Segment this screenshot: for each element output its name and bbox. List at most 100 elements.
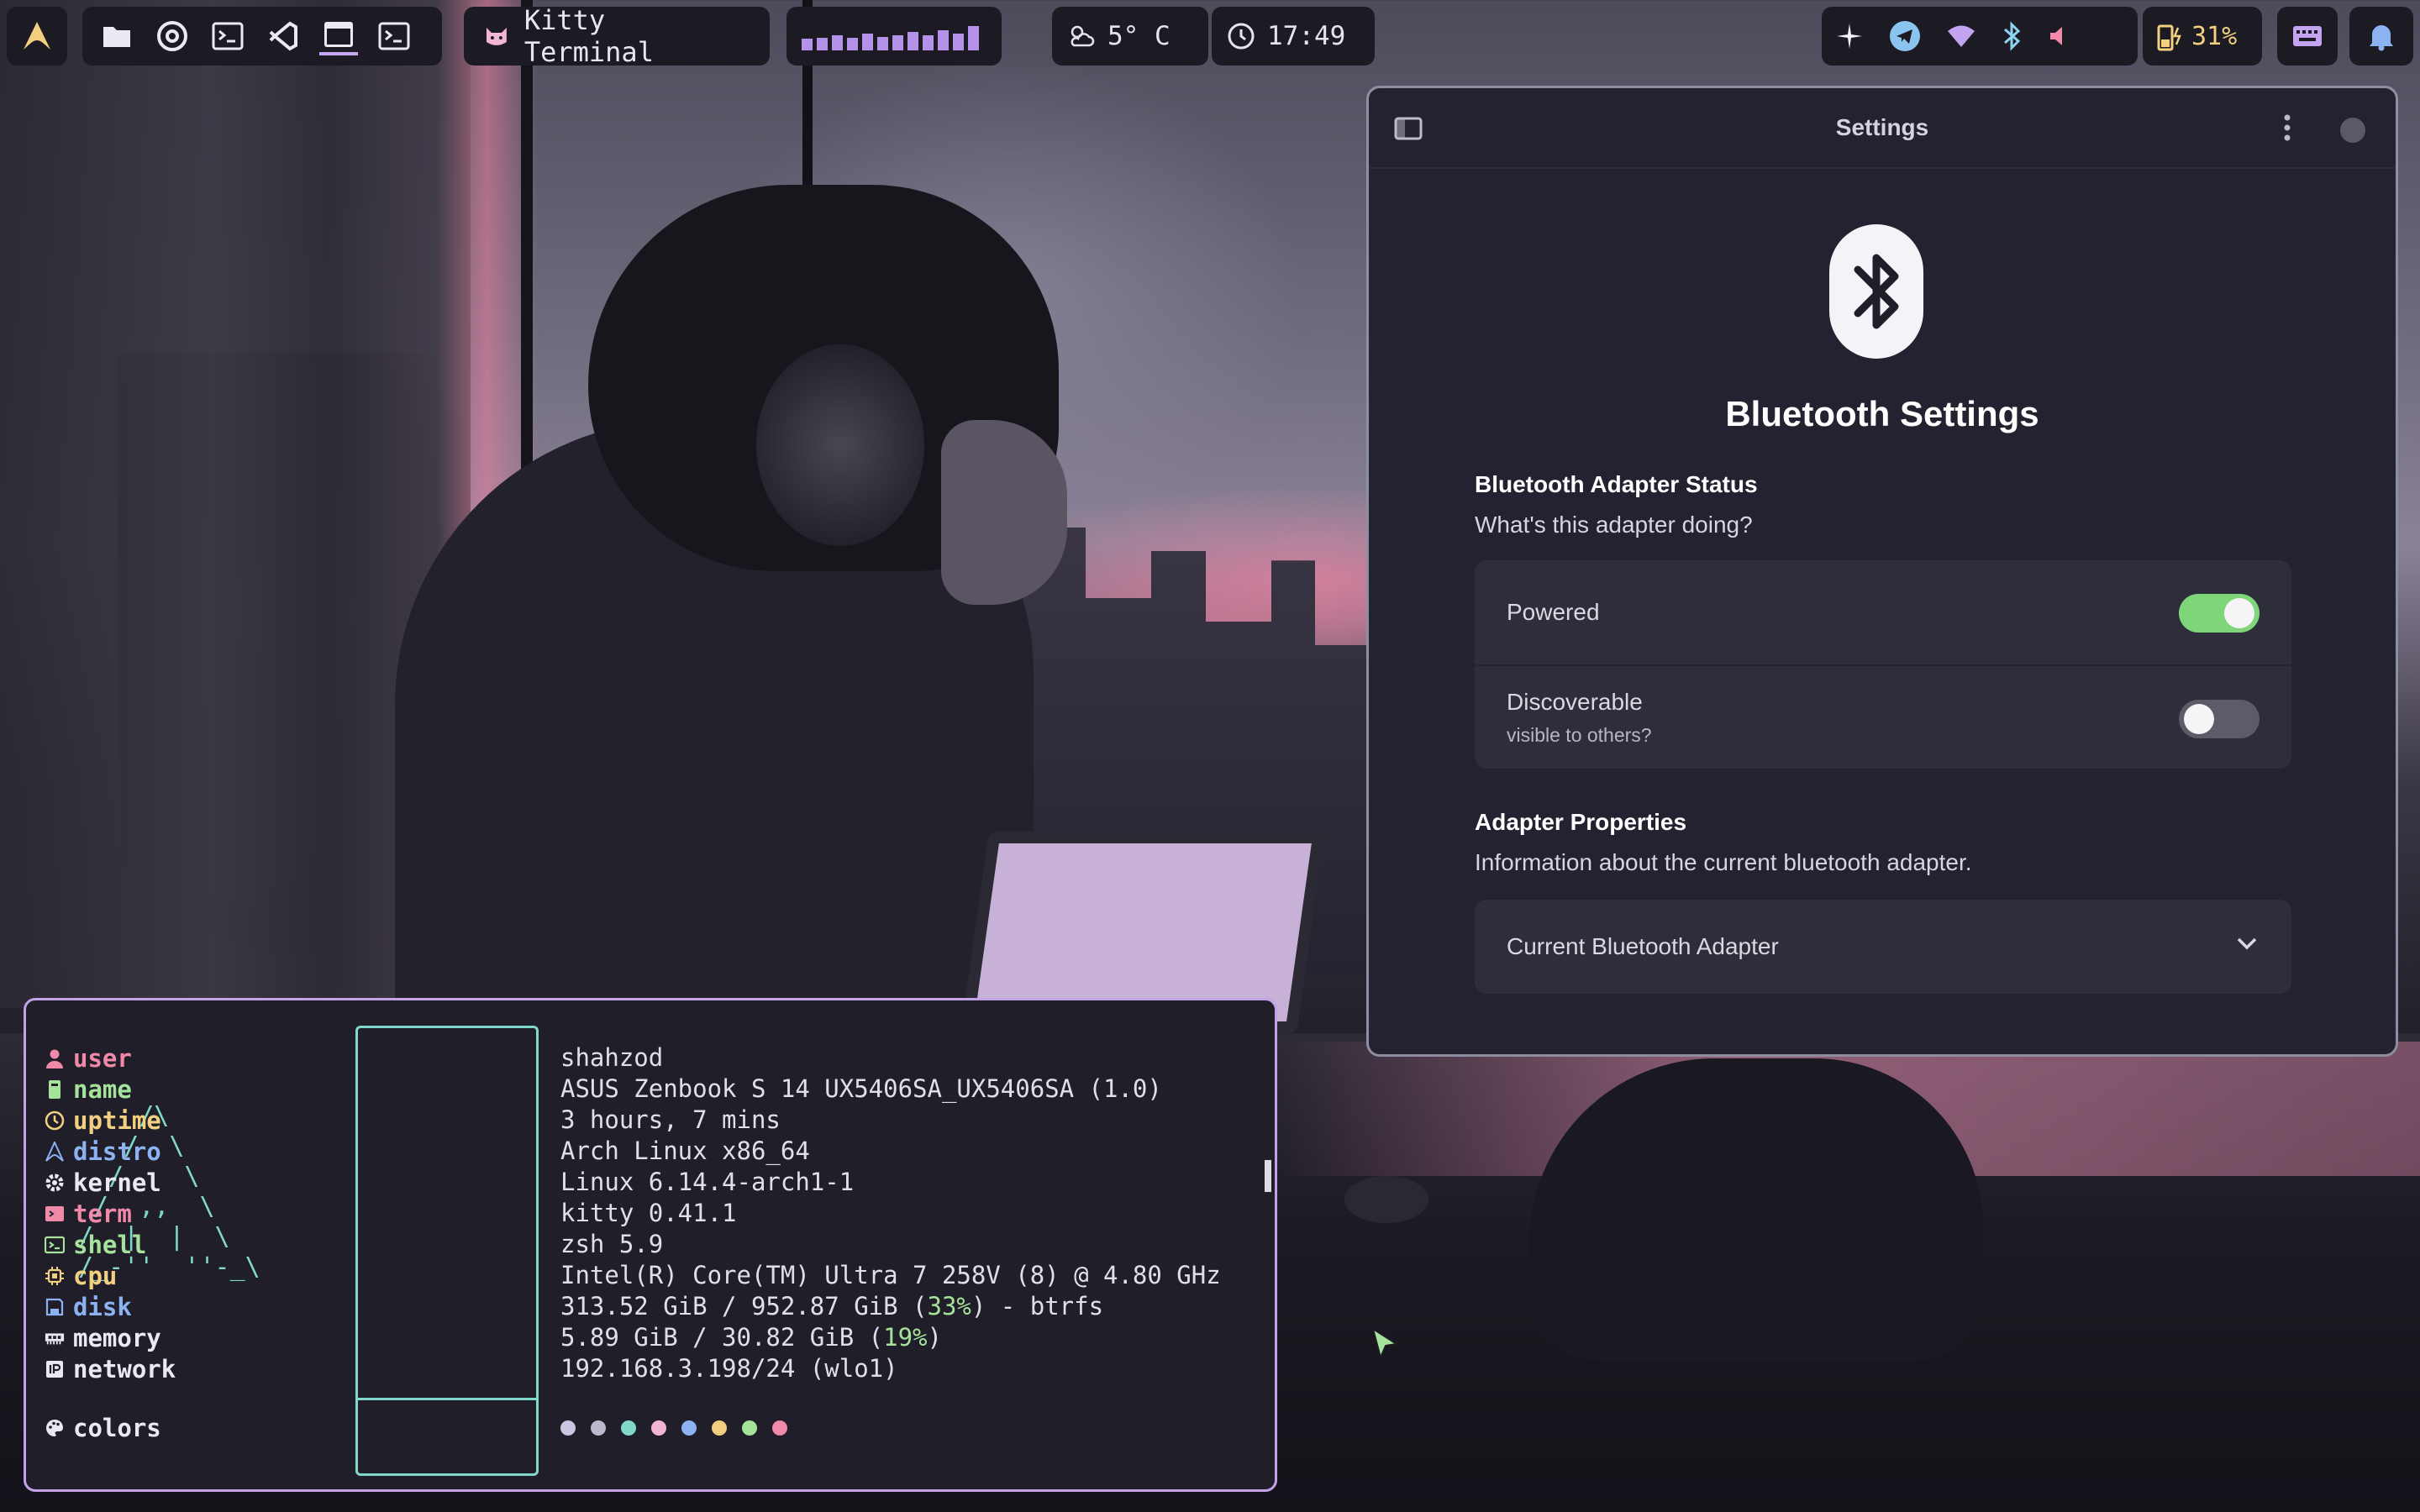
- colors-label: colors: [73, 1413, 161, 1442]
- fetch-key-cpu: cpu: [45, 1260, 117, 1291]
- discoverable-row[interactable]: Discoverable visible to others?: [1475, 664, 2291, 769]
- bluetooth-logo: [1829, 224, 1923, 359]
- volume-muted-icon[interactable]: [2047, 24, 2072, 49]
- properties-section-description: Information about the current bluetooth …: [1475, 849, 1972, 875]
- memory-icon: [45, 1328, 65, 1348]
- kitty-terminal-window[interactable]: /\ / \ / \ / ,, \ / | | \ /_-'' ''-_\ us…: [24, 998, 1277, 1492]
- wallpaper-cat: [1529, 1058, 1983, 1361]
- discoverable-label: Discoverable: [1507, 688, 1643, 715]
- value-name: ASUS Zenbook S 14 UX5406SA_UX5406SA (1.0…: [560, 1074, 1162, 1103]
- status-card: Powered Discoverable visible to others?: [1475, 560, 2291, 769]
- visualizer-bar: [862, 34, 873, 50]
- chevron-down-icon: [2236, 937, 2258, 954]
- visualizer-bar: [802, 39, 813, 50]
- settings-window: Settings Bluetooth Settings Bluetooth Ad…: [1366, 86, 2398, 1057]
- notifications-button[interactable]: [2349, 7, 2413, 66]
- cat-icon: [486, 28, 507, 45]
- terminal-icon[interactable]: [208, 17, 247, 55]
- files-icon[interactable]: [97, 17, 136, 55]
- bluetooth-icon: [1854, 254, 1899, 329]
- sidebar-icon: [1394, 117, 1423, 140]
- visualizer-bar: [877, 37, 888, 50]
- value-disk: 313.52 GiB / 952.87 GiB (33%) - btrfs: [560, 1291, 1103, 1322]
- palette-icon: [45, 1418, 65, 1438]
- telegram-icon[interactable]: [1889, 20, 1921, 52]
- fetch-key-label: disk: [73, 1292, 132, 1321]
- fetch-key-uptime: uptime: [45, 1105, 161, 1136]
- palette-dot: [591, 1420, 606, 1436]
- disk-icon: [45, 1297, 65, 1317]
- disk-prefix: 313.52 GiB / 952.87 GiB (: [560, 1292, 928, 1320]
- visualizer-bar: [953, 34, 964, 50]
- status-section-description: What's this adapter doing?: [1475, 512, 1753, 538]
- memory-prefix: 5.89 GiB / 30.82 GiB (: [560, 1323, 884, 1352]
- wallpaper-girl-face: [941, 420, 1067, 605]
- close-button[interactable]: [2340, 118, 2365, 143]
- system-tray: [1822, 7, 2138, 66]
- settings-header: Settings: [1369, 88, 2396, 169]
- audio-visualizer: [786, 7, 1002, 66]
- arch-launcher-button[interactable]: [7, 7, 67, 66]
- discoverable-sublabel: visible to others?: [1507, 723, 1652, 746]
- toggle-knob: [2184, 704, 2214, 734]
- battery-widget[interactable]: 31%: [2143, 7, 2262, 66]
- user-icon: [45, 1048, 65, 1068]
- fetch-key-network: network: [45, 1353, 176, 1384]
- bell-icon: [2370, 25, 2393, 51]
- wallpaper-headphones: [756, 344, 924, 546]
- visualizer-bar: [847, 38, 858, 50]
- window-title-text: Kitty Terminal: [523, 4, 654, 68]
- window-icon[interactable]: [319, 17, 358, 55]
- chrome-icon[interactable]: [153, 17, 192, 55]
- gear-icon: [45, 1173, 65, 1193]
- disk-percent: 33%: [927, 1292, 971, 1320]
- memory-suffix: ): [927, 1323, 942, 1352]
- adapter-dropdown[interactable]: Current Bluetooth Adapter: [1475, 900, 2291, 994]
- active-window-title: Kitty Terminal: [464, 4, 770, 68]
- visualizer-bar: [908, 32, 918, 50]
- fetch-key-memory: memory: [45, 1322, 161, 1353]
- clock-time: 17:49: [1267, 21, 1346, 51]
- value-uptime: 3 hours, 7 mins: [560, 1105, 781, 1134]
- fetch-key-user: user: [45, 1042, 132, 1074]
- divider: [358, 1398, 536, 1400]
- palette-dot: [681, 1420, 697, 1436]
- weather-cloud-icon: [1071, 25, 1095, 47]
- battery-charging-icon: [2157, 24, 2181, 51]
- sidebar-toggle-button[interactable]: [1394, 117, 1423, 144]
- keyboard-layout-button[interactable]: [2277, 7, 2338, 66]
- fetch-key-disk: disk: [45, 1291, 132, 1322]
- fetch-key-label: uptime: [73, 1105, 161, 1135]
- sparkle-icon[interactable]: [1835, 22, 1864, 50]
- wifi-icon[interactable]: [1946, 24, 1976, 49]
- clock-widget[interactable]: 17:49: [1212, 7, 1375, 66]
- value-shell: zsh 5.9: [560, 1230, 664, 1258]
- powered-row[interactable]: Powered: [1475, 560, 2291, 664]
- colors-key: colors: [45, 1412, 161, 1443]
- fetch-key-label: term: [73, 1199, 132, 1228]
- vscode-icon[interactable]: [264, 17, 302, 55]
- app-dock: [82, 7, 442, 66]
- weather-temperature: 5° C: [1107, 21, 1171, 51]
- fetch-key-term: term: [45, 1198, 132, 1229]
- menu-button[interactable]: [2283, 113, 2291, 146]
- fetch-key-label: memory: [73, 1323, 161, 1352]
- fetch-key-label: cpu: [73, 1261, 118, 1290]
- discoverable-toggle[interactable]: [2179, 700, 2260, 738]
- powered-toggle[interactable]: [2179, 594, 2260, 633]
- adapter-card: Current Bluetooth Adapter: [1475, 900, 2291, 994]
- palette-dot: [621, 1420, 636, 1436]
- fetch-key-label: user: [73, 1043, 132, 1073]
- bluetooth-icon[interactable]: [2002, 21, 2022, 51]
- fetch-key-label: name: [73, 1074, 132, 1104]
- weather-widget[interactable]: 5° C: [1052, 7, 1208, 66]
- fetch-key-label: distro: [73, 1137, 161, 1166]
- memory-percent: 19%: [883, 1323, 928, 1352]
- palette-dot: [651, 1420, 666, 1436]
- properties-section-title: Adapter Properties: [1475, 809, 1687, 835]
- fetch-key-kernel: kernel: [45, 1167, 161, 1198]
- terminal-icon[interactable]: [375, 17, 413, 55]
- value-user: shahzod: [560, 1043, 664, 1072]
- toggle-knob: [2224, 598, 2254, 628]
- visualizer-bar: [938, 30, 949, 50]
